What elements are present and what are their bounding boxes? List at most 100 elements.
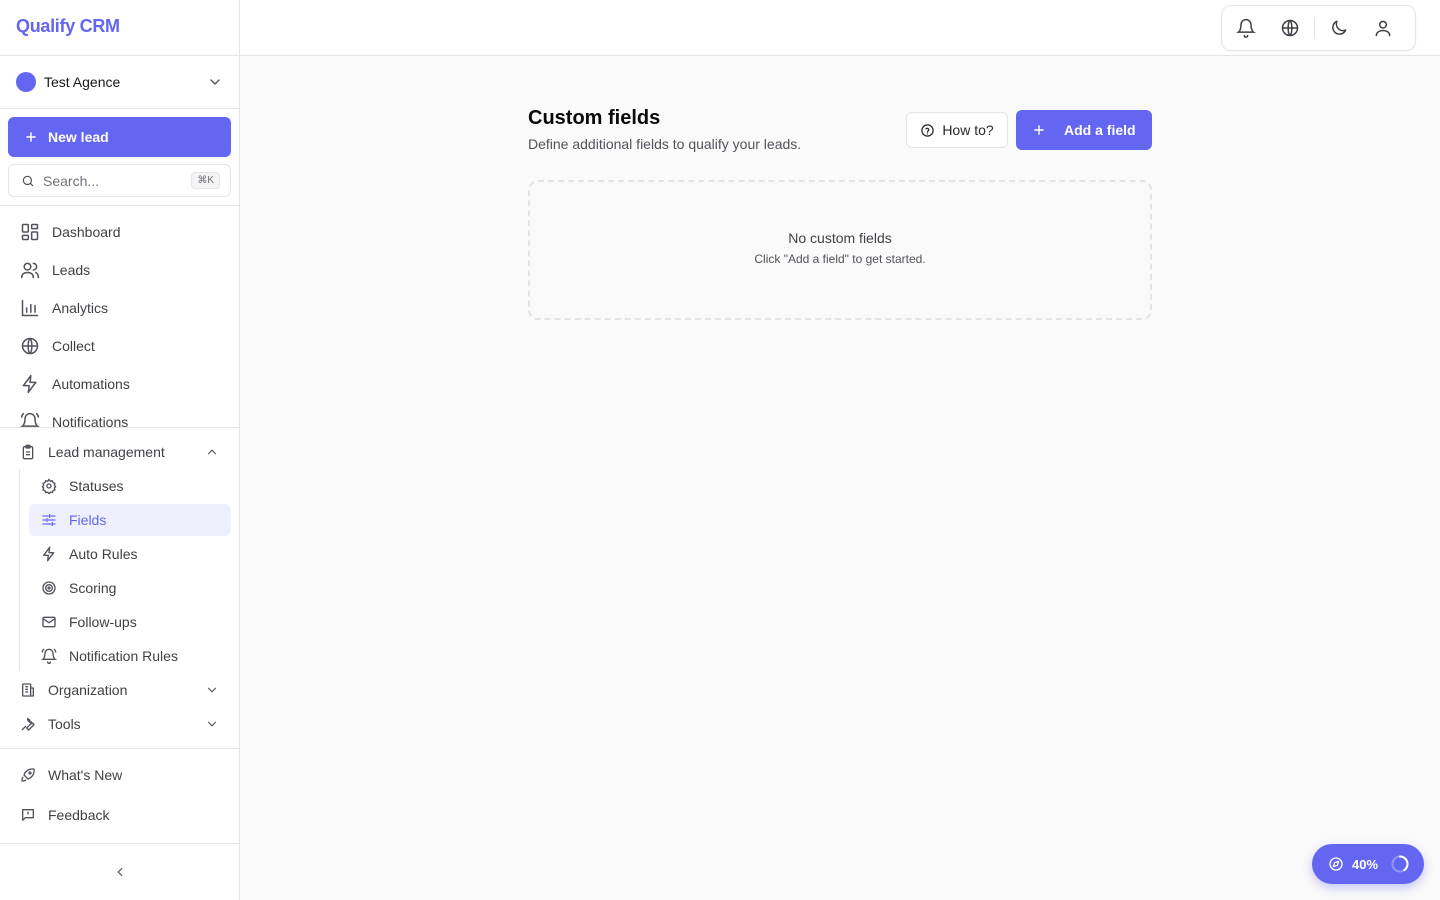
zap-icon bbox=[41, 546, 57, 562]
sub-item-fields[interactable]: Fields bbox=[29, 504, 231, 536]
nav-group-tools[interactable]: Tools bbox=[8, 709, 231, 739]
divider bbox=[0, 55, 239, 56]
new-lead-label: New lead bbox=[48, 129, 109, 145]
sub-item-scoring[interactable]: Scoring bbox=[29, 572, 231, 604]
users-icon bbox=[20, 260, 40, 280]
collapse-sidebar-button[interactable] bbox=[104, 858, 136, 886]
empty-state-subtitle: Click "Add a field" to get started. bbox=[754, 252, 926, 266]
workspace-switcher[interactable]: Test Agence bbox=[8, 66, 231, 98]
divider bbox=[0, 748, 239, 749]
chevron-up-icon bbox=[205, 445, 219, 459]
nav-group-lead-management[interactable]: Lead management bbox=[8, 437, 231, 467]
nav-item-collect[interactable]: Collect bbox=[8, 329, 231, 363]
search-input[interactable]: Search... ⌘K bbox=[8, 164, 231, 197]
how-to-label: How to? bbox=[942, 122, 994, 138]
onboarding-progress-label: 40% bbox=[1352, 856, 1379, 872]
nav-item-analytics[interactable]: Analytics bbox=[8, 291, 231, 325]
empty-state-title: No custom fields bbox=[788, 230, 892, 246]
target-icon bbox=[41, 580, 57, 596]
nav-item-label: Notifications bbox=[52, 414, 129, 427]
user-menu-button[interactable] bbox=[1365, 10, 1401, 46]
sidebar: Qualify CRM Test Agence New lead Search.… bbox=[0, 0, 240, 900]
nav-item-label: Analytics bbox=[52, 300, 109, 316]
nav-group-label: Tools bbox=[48, 716, 81, 732]
nav-item-label: Automations bbox=[52, 376, 130, 392]
moon-icon bbox=[1329, 18, 1349, 38]
topbar-separator bbox=[1314, 17, 1315, 39]
chevron-down-icon bbox=[207, 74, 223, 90]
building-icon bbox=[20, 682, 36, 698]
search-shortcut: ⌘K bbox=[191, 172, 220, 189]
whats-new-link[interactable]: What's New bbox=[8, 759, 231, 791]
divider bbox=[0, 108, 239, 109]
onboarding-progress-button[interactable]: 40% bbox=[1312, 844, 1424, 884]
nav-item-notifications[interactable]: Notifications bbox=[8, 405, 231, 427]
clipboard-icon bbox=[20, 444, 36, 460]
chevron-down-icon bbox=[205, 717, 219, 731]
topbar bbox=[240, 0, 1440, 56]
divider bbox=[0, 843, 239, 844]
nav-group-organization[interactable]: Organization bbox=[8, 675, 231, 705]
sub-item-label: Statuses bbox=[69, 478, 124, 494]
empty-state: No custom fields Click "Add a field" to … bbox=[528, 180, 1152, 320]
wrench-icon bbox=[20, 716, 36, 732]
nav-item-leads[interactable]: Leads bbox=[8, 253, 231, 287]
search-icon bbox=[21, 174, 35, 188]
nav-item-dashboard[interactable]: Dashboard bbox=[8, 215, 231, 249]
sub-item-label: Fields bbox=[69, 512, 107, 528]
nav-group-label: Lead management bbox=[48, 444, 165, 460]
compass-icon bbox=[1328, 856, 1344, 872]
sub-item-label: Notification Rules bbox=[69, 648, 178, 664]
rocket-icon bbox=[20, 767, 36, 783]
sub-item-label: Follow-ups bbox=[69, 614, 137, 630]
globe-icon bbox=[1280, 18, 1300, 38]
new-lead-button[interactable]: New lead bbox=[8, 117, 231, 157]
mail-icon bbox=[41, 614, 57, 630]
feedback-link[interactable]: Feedback bbox=[8, 799, 231, 831]
nav-item-automations[interactable]: Automations bbox=[8, 367, 231, 401]
progress-ring-icon bbox=[1390, 854, 1410, 874]
workspace-name: Test Agence bbox=[44, 74, 121, 90]
dashboard-icon bbox=[20, 222, 40, 242]
sub-item-label: Scoring bbox=[69, 580, 117, 596]
nav-item-label: Dashboard bbox=[52, 224, 121, 240]
divider bbox=[0, 427, 239, 428]
feedback-label: Feedback bbox=[48, 807, 110, 823]
nav-item-label: Collect bbox=[52, 338, 95, 354]
subtree-line bbox=[19, 469, 20, 671]
sub-item-statuses[interactable]: Statuses bbox=[29, 470, 231, 502]
bell-icon bbox=[1236, 18, 1256, 38]
plus-icon bbox=[1032, 123, 1046, 137]
chevron-left-icon bbox=[113, 865, 127, 879]
bell-ring-icon bbox=[41, 648, 57, 664]
chevron-down-icon bbox=[205, 683, 219, 697]
help-circle-icon bbox=[920, 123, 935, 138]
user-icon bbox=[1373, 18, 1393, 38]
zap-icon bbox=[20, 374, 40, 394]
theme-toggle-button[interactable] bbox=[1321, 10, 1357, 46]
bar-chart-icon bbox=[20, 298, 40, 318]
notifications-button[interactable] bbox=[1228, 10, 1264, 46]
divider bbox=[0, 205, 239, 206]
topbar-actions bbox=[1221, 5, 1416, 51]
add-field-button[interactable]: Add a field bbox=[1016, 110, 1152, 150]
search-placeholder: Search... bbox=[43, 172, 100, 189]
sub-item-follow-ups[interactable]: Follow-ups bbox=[29, 606, 231, 638]
sliders-icon bbox=[41, 512, 57, 528]
brand-logo[interactable]: Qualify CRM bbox=[16, 16, 120, 40]
bell-icon bbox=[20, 412, 40, 427]
sub-item-auto-rules[interactable]: Auto Rules bbox=[29, 538, 231, 570]
nav-group-label: Organization bbox=[48, 682, 128, 698]
add-field-label: Add a field bbox=[1064, 122, 1136, 138]
workspace-avatar bbox=[16, 72, 36, 92]
whats-new-label: What's New bbox=[48, 767, 123, 783]
main-nav: Dashboard Leads Analytics Collect Automa… bbox=[0, 213, 239, 427]
language-button[interactable] bbox=[1272, 10, 1308, 46]
nav-item-label: Leads bbox=[52, 262, 91, 278]
globe-icon bbox=[20, 336, 40, 356]
how-to-button[interactable]: How to? bbox=[906, 112, 1008, 148]
sub-item-label: Auto Rules bbox=[69, 546, 138, 562]
sub-item-notification-rules[interactable]: Notification Rules bbox=[29, 640, 231, 672]
gear-icon bbox=[41, 478, 57, 494]
plus-icon bbox=[24, 130, 38, 144]
